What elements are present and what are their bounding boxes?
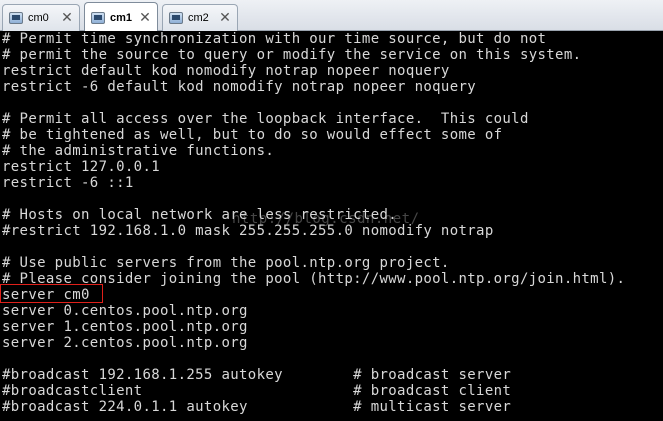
close-icon[interactable]: ✕ <box>138 11 152 25</box>
terminal-line: # permit the source to query or modify t… <box>2 47 582 63</box>
terminal-output[interactable]: # Permit time synchronization with our t… <box>0 31 663 421</box>
terminal-icon <box>9 12 23 24</box>
close-icon[interactable]: ✕ <box>60 11 74 25</box>
terminal-line: # Permit all access over the loopback in… <box>2 111 529 127</box>
terminal-icon <box>169 12 183 24</box>
terminal-line: restrict 127.0.0.1 <box>2 159 161 175</box>
terminal-line: #broadcast 224.0.1.1 autokey # multicast… <box>2 399 512 415</box>
tab-label: cm2 <box>188 12 209 24</box>
terminal-line: # Permit time synchronization with our t… <box>2 31 547 47</box>
terminal-line: restrict -6 default kod nomodify notrap … <box>2 79 477 95</box>
terminal-line: #broadcastclient # broadcast client <box>2 383 512 399</box>
tab-cm0[interactable]: cm0 ✕ <box>2 4 80 31</box>
terminal-line: #broadcast 192.168.1.255 autokey # broad… <box>2 367 512 383</box>
terminal-line: restrict default kod nomodify notrap nop… <box>2 63 450 79</box>
tab-label: cm1 <box>110 11 133 24</box>
terminal-line: restrict -6 ::1 <box>2 175 134 191</box>
terminal-line: # Use public servers from the pool.ntp.o… <box>2 255 450 271</box>
tab-cm2[interactable]: cm2 ✕ <box>162 4 238 31</box>
terminal-line: server 2.centos.pool.ntp.org <box>2 335 248 351</box>
tab-label: cm0 <box>28 12 49 24</box>
highlight-box <box>0 284 103 303</box>
terminal-line: # the administrative functions. <box>2 143 275 159</box>
terminal-line: server 0.centos.pool.ntp.org <box>2 303 248 319</box>
watermark: http://blog.csdn.net/ <box>232 211 420 227</box>
close-icon[interactable]: ✕ <box>218 11 232 25</box>
terminal-icon <box>91 11 105 24</box>
terminal-line: server 1.centos.pool.ntp.org <box>2 319 248 335</box>
terminal-line: # be tightened as well, but to do so wou… <box>2 127 503 143</box>
tab-cm1[interactable]: cm1 ✕ <box>84 2 158 32</box>
tab-bar: cm0 ✕ cm1 ✕ cm2 ✕ <box>0 0 663 32</box>
